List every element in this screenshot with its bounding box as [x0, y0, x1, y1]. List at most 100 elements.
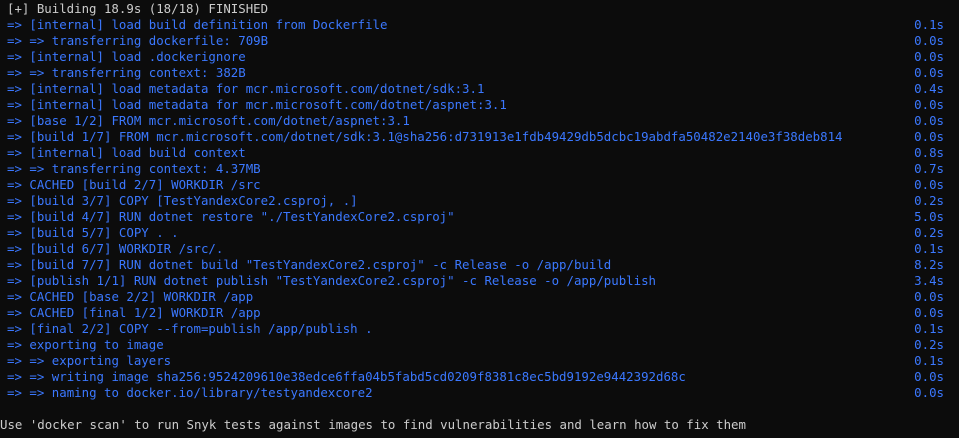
step-arrow: => — [7, 353, 22, 368]
build-step-line: => [internal] load .dockerignore 0.0s — [0, 49, 944, 65]
step-duration: 0.2s — [914, 225, 944, 240]
step-arrow: => — [7, 193, 22, 208]
step-text: => transferring context: 4.37MB — [29, 161, 261, 176]
step-duration: 0.0s — [914, 65, 944, 80]
step-duration: 0.2s — [914, 337, 944, 352]
step-duration: 0.0s — [914, 113, 944, 128]
step-duration: 0.0s — [914, 305, 944, 320]
step-text: CACHED [final 1/2] WORKDIR /app — [29, 305, 261, 320]
step-text: [build 7/7] RUN dotnet build "TestYandex… — [29, 257, 612, 272]
step-arrow: => — [7, 321, 22, 336]
build-step-line: => [build 6/7] WORKDIR /src/. 0.1s — [0, 241, 944, 257]
step-arrow: => — [7, 385, 22, 400]
build-step-line: => [build 3/7] COPY [TestYandexCore2.csp… — [0, 193, 944, 209]
step-arrow: => — [7, 209, 22, 224]
build-step-line: => [internal] load metadata for mcr.micr… — [0, 81, 944, 97]
step-duration: 0.0s — [914, 49, 944, 64]
step-arrow: => — [7, 113, 22, 128]
build-step-line: => exporting to image 0.2s — [0, 337, 944, 353]
step-text: [final 2/2] COPY --from=publish /app/pub… — [29, 321, 373, 336]
build-step-line: => [build 4/7] RUN dotnet restore "./Tes… — [0, 209, 944, 225]
build-step-line: => => transferring dockerfile: 709B 0.0s — [0, 33, 944, 49]
build-step-line: => => transferring context: 382B 0.0s — [0, 65, 944, 81]
step-text: [build 3/7] COPY [TestYandexCore2.csproj… — [29, 193, 358, 208]
step-duration: 0.0s — [914, 129, 944, 144]
step-arrow: => — [7, 177, 22, 192]
build-step-line: => CACHED [build 2/7] WORKDIR /src 0.0s — [0, 177, 944, 193]
step-duration: 0.7s — [914, 161, 944, 176]
step-arrow: => — [7, 273, 22, 288]
step-arrow: => — [7, 81, 22, 96]
build-step-line: => => writing image sha256:9524209610e38… — [0, 369, 944, 385]
step-duration: 3.4s — [914, 273, 944, 288]
build-step-line: => => exporting layers 0.1s — [0, 353, 944, 369]
build-step-line: => [base 1/2] FROM mcr.microsoft.com/dot… — [0, 113, 944, 129]
step-duration: 0.4s — [914, 81, 944, 96]
step-duration: 0.8s — [914, 145, 944, 160]
step-text: [base 1/2] FROM mcr.microsoft.com/dotnet… — [29, 113, 410, 128]
step-arrow: => — [7, 305, 22, 320]
step-text: [build 5/7] COPY . . — [29, 225, 179, 240]
step-duration: 8.2s — [914, 257, 944, 272]
step-arrow: => — [7, 49, 22, 64]
step-arrow: => — [7, 257, 22, 272]
step-arrow: => — [7, 225, 22, 240]
step-text: CACHED [base 2/2] WORKDIR /app — [29, 289, 254, 304]
step-text: [internal] load build context — [29, 145, 246, 160]
step-arrow: => — [7, 65, 22, 80]
step-text: [internal] load metadata for mcr.microso… — [29, 81, 485, 96]
step-arrow: => — [7, 369, 22, 384]
step-duration: 0.0s — [914, 289, 944, 304]
build-step-line: => [final 2/2] COPY --from=publish /app/… — [0, 321, 944, 337]
step-arrow: => — [7, 129, 22, 144]
step-text: => exporting layers — [29, 353, 172, 368]
step-duration: 0.1s — [914, 17, 944, 32]
build-step-line: => [internal] load build context 0.8s — [0, 145, 944, 161]
step-text: => writing image sha256:9524209610e38edc… — [29, 369, 686, 384]
step-arrow: => — [7, 337, 22, 352]
step-duration: 0.0s — [914, 177, 944, 192]
build-step-line: => [build 7/7] RUN dotnet build "TestYan… — [0, 257, 944, 273]
build-steps-list: => [internal] load build definition from… — [0, 17, 959, 401]
step-duration: 0.0s — [914, 33, 944, 48]
step-duration: 0.1s — [914, 353, 944, 368]
build-step-line: => => transferring context: 4.37MB 0.7s — [0, 161, 944, 177]
build-step-line: => CACHED [base 2/2] WORKDIR /app 0.0s — [0, 289, 944, 305]
step-duration: 5.0s — [914, 209, 944, 224]
build-step-line: => [publish 1/1] RUN dotnet publish "Tes… — [0, 273, 944, 289]
build-step-line: => => naming to docker.io/library/testya… — [0, 385, 944, 401]
docker-scan-hint: Use 'docker scan' to run Snyk tests agai… — [0, 417, 746, 432]
step-duration: 0.0s — [914, 97, 944, 112]
step-text: => naming to docker.io/library/testyande… — [29, 385, 373, 400]
build-step-line: => CACHED [final 1/2] WORKDIR /app 0.0s — [0, 305, 944, 321]
build-step-line: => [internal] load metadata for mcr.micr… — [0, 97, 944, 113]
step-text: [build 6/7] WORKDIR /src/. — [29, 241, 224, 256]
step-arrow: => — [7, 241, 22, 256]
step-text: [build 4/7] RUN dotnet restore "./TestYa… — [29, 209, 455, 224]
step-arrow: => — [7, 33, 22, 48]
build-step-line: => [internal] load build definition from… — [0, 17, 944, 33]
step-text: [publish 1/1] RUN dotnet publish "TestYa… — [29, 273, 657, 288]
step-duration: 0.1s — [914, 241, 944, 256]
step-arrow: => — [7, 17, 22, 32]
step-text: CACHED [build 2/7] WORKDIR /src — [29, 177, 261, 192]
step-text: [build 1/7] FROM mcr.microsoft.com/dotne… — [29, 129, 843, 144]
build-step-line: => [build 5/7] COPY . . 0.2s — [0, 225, 944, 241]
step-arrow: => — [7, 145, 22, 160]
step-text: => transferring dockerfile: 709B — [29, 33, 269, 48]
step-arrow: => — [7, 289, 22, 304]
step-duration: 0.2s — [914, 193, 944, 208]
terminal-output[interactable]: [+] Building 18.9s (18/18) FINISHED => [… — [0, 1, 959, 438]
build-status-header: [+] Building 18.9s (18/18) FINISHED — [7, 1, 269, 16]
step-text: [internal] load .dockerignore — [29, 49, 246, 64]
step-duration: 0.0s — [914, 369, 944, 384]
step-arrow: => — [7, 161, 22, 176]
step-text: [internal] load build definition from Do… — [29, 17, 388, 32]
step-text: => transferring context: 382B — [29, 65, 246, 80]
step-arrow: => — [7, 97, 22, 112]
step-duration: 0.1s — [914, 321, 944, 336]
build-step-line: => [build 1/7] FROM mcr.microsoft.com/do… — [0, 129, 944, 145]
step-text: exporting to image — [29, 337, 164, 352]
step-text: [internal] load metadata for mcr.microso… — [29, 97, 507, 112]
